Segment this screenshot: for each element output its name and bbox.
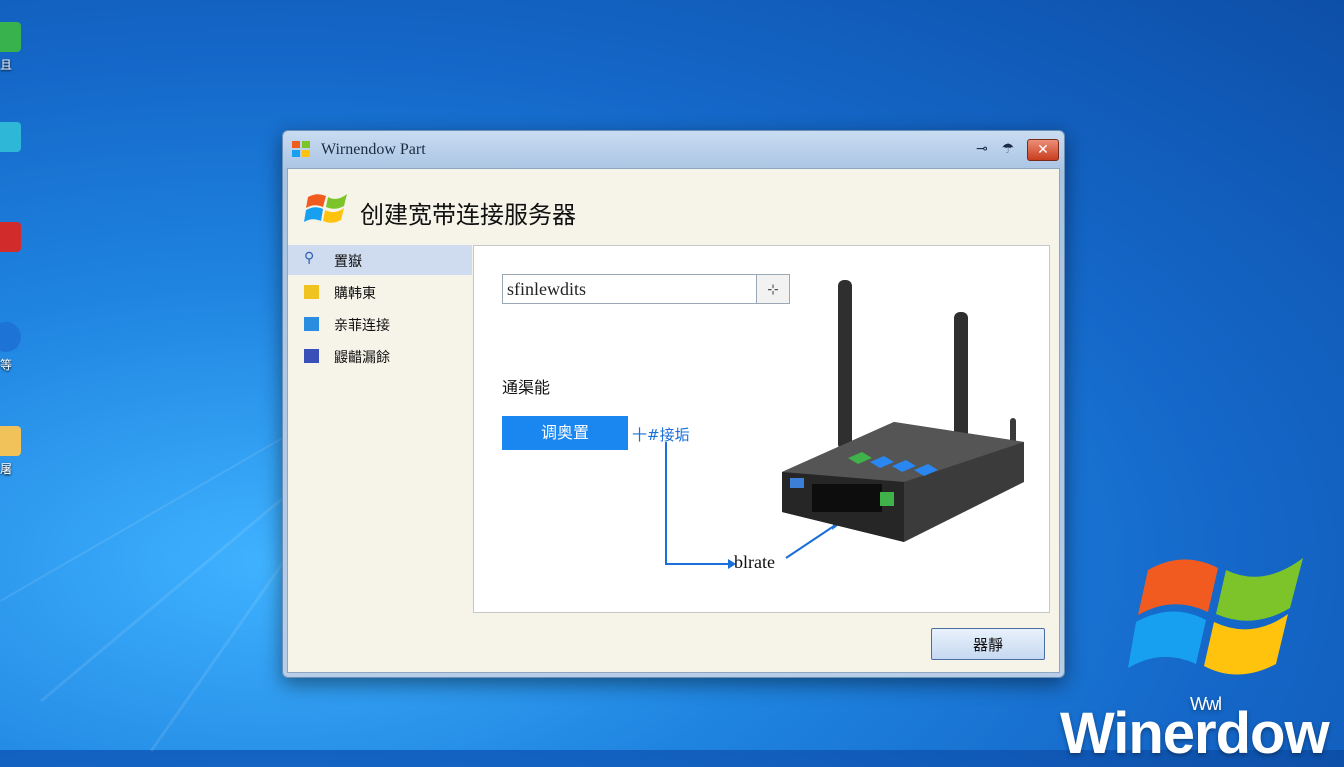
desktop-icon[interactable]: 且 <box>0 22 26 73</box>
folder-icon <box>0 426 21 456</box>
windows-logo-icon <box>1128 558 1303 675</box>
desktop-icon-label: 且 <box>0 58 12 72</box>
title-bar[interactable]: Wirnendow Part ⊸ ☂ ✕ <box>283 131 1064 167</box>
windows-brand: Winerdow Wwl <box>1060 694 1330 767</box>
windows-logo-icon <box>292 141 310 157</box>
desktop-icon[interactable] <box>0 122 26 152</box>
sidebar-item-label: 亲菲连接 <box>334 318 390 334</box>
brand-small-text: Wwl <box>1190 694 1222 714</box>
window-title: Wirnendow Part <box>321 141 426 158</box>
ok-button[interactable]: 器靜 <box>931 628 1045 660</box>
ie-icon <box>0 322 21 352</box>
green-app-icon <box>0 22 21 52</box>
wizard-window: Wirnendow Part ⊸ ☂ ✕ 创建宽带连接服务器 ⚲ 置嶽 購韩東 … <box>282 130 1065 678</box>
sidebar-item-3[interactable]: 亲菲连接 <box>288 309 472 339</box>
runner-icon: ⚲ <box>304 250 315 266</box>
content-panel: sfinlewdits ⊹ 通渠能 调奥置 十#接垢 blrate <box>473 245 1050 613</box>
desktop-icon[interactable]: 等 <box>0 322 26 373</box>
sidebar-item-label: 置嶽 <box>334 254 362 270</box>
app-icon <box>0 122 21 152</box>
window-client: 创建宽带连接服务器 ⚲ 置嶽 購韩東 亲菲连接 鼹齰漏餘 sfinlewdits… <box>287 168 1060 673</box>
sidebar-item-2[interactable]: 購韩東 <box>288 277 472 307</box>
port-callout-label: blrate <box>734 552 775 572</box>
page-title: 创建宽带连接服务器 <box>360 201 576 229</box>
desktop-icon[interactable] <box>0 222 26 252</box>
minimize-button[interactable]: ⊸ <box>971 139 993 159</box>
yellow-square-icon <box>304 285 319 299</box>
sidebar-item-label: 購韩東 <box>334 286 376 302</box>
sidebar-item-label: 鼹齰漏餘 <box>334 350 390 366</box>
desktop-icon-label: 等 <box>0 358 12 372</box>
router-icon <box>782 280 1024 542</box>
sidebar: ⚲ 置嶽 購韩東 亲菲连接 鼹齰漏餘 <box>288 245 472 672</box>
sidebar-item-4[interactable]: 鼹齰漏餘 <box>288 341 472 371</box>
windows-logo-icon <box>304 194 347 223</box>
sidebar-item-1[interactable]: ⚲ 置嶽 <box>288 245 472 275</box>
close-button[interactable]: ✕ <box>1027 139 1059 161</box>
maximize-button[interactable]: ☂ <box>997 139 1019 159</box>
network-icon <box>304 349 319 363</box>
desktop-icon[interactable]: 屠 <box>0 426 26 477</box>
red-app-icon <box>0 222 21 252</box>
blue-screen-icon <box>304 317 319 331</box>
desktop-icon-label: 屠 <box>0 462 12 476</box>
